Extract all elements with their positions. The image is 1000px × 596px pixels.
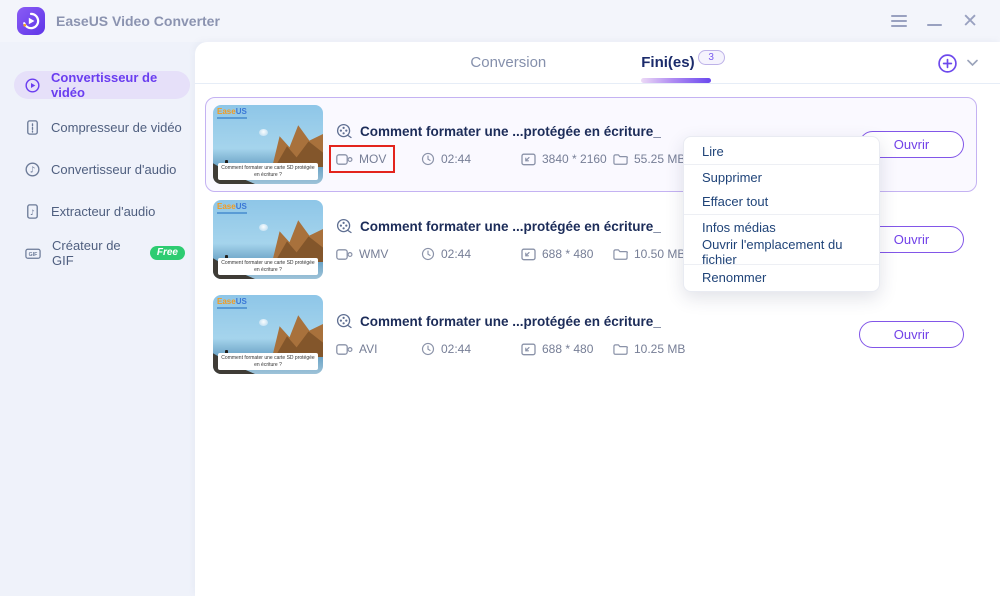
clock-icon <box>421 342 435 356</box>
clock-icon <box>421 247 435 261</box>
thumb-caption: Comment formater une carte SD protégée e… <box>218 163 318 180</box>
file-size: 10.25 MB <box>634 342 686 356</box>
resolution-icon <box>521 248 536 261</box>
free-badge: Free <box>149 246 185 260</box>
resolution-icon <box>521 153 536 166</box>
sidebar-item-label: Créateur de GIF <box>52 238 121 268</box>
sidebar-item-video-compressor[interactable]: Compresseur de vidéo <box>14 113 195 141</box>
svg-text:♪: ♪ <box>30 165 35 175</box>
file-resolution: 3840 * 2160 <box>542 152 607 166</box>
filesize-folder-icon <box>613 153 628 166</box>
menu-item-delete[interactable]: Supprimer <box>684 164 879 189</box>
video-thumbnail: EaseUS Comment formater une carte SD pro… <box>213 200 323 279</box>
svg-text:♪: ♪ <box>30 207 35 216</box>
thumb-brand: EaseUS <box>217 202 247 211</box>
active-tab-underline <box>641 77 712 83</box>
main-panel: Conversion Fini(es) 3 EaseUS Comment for… <box>195 42 1000 596</box>
menu-item-play[interactable]: Lire <box>684 139 879 164</box>
film-reel-icon <box>336 218 352 234</box>
file-title: Comment formater une ...protégée en écri… <box>360 313 661 329</box>
tab-finished-label: Fini(es) <box>641 53 695 71</box>
file-row-avi[interactable]: EaseUS Comment formater une carte SD pro… <box>205 287 977 382</box>
thumb-brand: EaseUS <box>217 107 247 116</box>
file-title: Comment formater une ...protégée en écri… <box>360 123 661 139</box>
file-title: Comment formater une ...protégée en écri… <box>360 218 661 234</box>
file-size: 10.50 MB <box>634 247 686 261</box>
menu-item-clear-all[interactable]: Effacer tout <box>684 189 879 214</box>
add-file-plus-icon[interactable] <box>937 53 958 74</box>
context-menu: Lire Supprimer Effacer tout Infos médias… <box>683 136 880 292</box>
play-circle-icon <box>24 77 41 94</box>
main-header: Conversion Fini(es) 3 <box>195 42 1000 84</box>
thumb-caption: Comment formater une carte SD protégée e… <box>218 258 318 275</box>
sidebar-item-audio-converter[interactable]: ♪ Convertisseur d'audio <box>14 155 195 183</box>
sidebar-item-video-converter[interactable]: Convertisseur de vidéo <box>14 70 190 100</box>
menu-item-media-info[interactable]: Infos médias <box>684 214 879 239</box>
svg-text:GIF: GIF <box>29 251 38 257</box>
file-duration: 02:44 <box>441 342 472 356</box>
file-resolution: 688 * 480 <box>542 342 594 356</box>
audio-extract-icon: ♪ <box>24 203 41 220</box>
titlebar: EaseUS Video Converter ✕ <box>0 0 1000 42</box>
sidebar-item-label: Convertisseur d'audio <box>51 161 177 177</box>
video-thumbnail: EaseUS Comment formater une carte SD pro… <box>213 295 323 374</box>
thumb-brand: EaseUS <box>217 297 247 306</box>
thumb-caption: Comment formater une carte SD protégée e… <box>218 353 318 370</box>
file-format: MOV <box>359 152 387 166</box>
tab-finished[interactable]: Fini(es) 3 <box>641 49 725 83</box>
file-format: AVI <box>359 342 378 356</box>
file-size: 55.25 MB <box>634 152 686 166</box>
video-camera-icon <box>336 343 353 356</box>
filesize-folder-icon <box>613 248 628 261</box>
audio-convert-icon: ♪ <box>24 161 41 178</box>
close-icon[interactable]: ✕ <box>962 12 978 31</box>
video-thumbnail: EaseUS Comment formater une carte SD pro… <box>213 105 323 184</box>
file-resolution: 688 * 480 <box>542 247 594 261</box>
app-window: EaseUS Video Converter ✕ Convertisseur d… <box>0 0 1000 596</box>
app-logo-icon <box>17 7 45 35</box>
menu-item-rename[interactable]: Renommer <box>684 264 879 289</box>
app-title: EaseUS Video Converter <box>56 13 220 29</box>
video-camera-icon <box>336 248 353 261</box>
menu-item-open-file-location[interactable]: Ouvrir l'emplacement du fichier <box>684 237 879 267</box>
minimize-icon[interactable] <box>927 24 943 26</box>
film-reel-icon <box>336 313 352 329</box>
file-duration: 02:44 <box>441 247 472 261</box>
chevron-down-icon[interactable] <box>967 59 978 67</box>
sidebar-item-gif-creator[interactable]: GIF Créateur de GIF Free <box>14 238 195 268</box>
gif-icon: GIF <box>24 245 42 262</box>
sidebar-item-label: Compresseur de vidéo <box>51 119 182 135</box>
resolution-icon <box>521 343 536 356</box>
film-reel-icon <box>336 123 352 139</box>
finished-count-badge: 3 <box>697 49 725 65</box>
clock-icon <box>421 152 435 166</box>
sidebar-item-audio-extractor[interactable]: ♪ Extracteur d'audio <box>14 197 195 225</box>
video-camera-icon <box>336 153 353 166</box>
menu-hamburger-icon[interactable] <box>891 15 908 27</box>
open-button[interactable]: Ouvrir <box>859 321 964 348</box>
sidebar-item-label: Convertisseur de vidéo <box>51 70 158 100</box>
bird-icon <box>259 129 268 136</box>
file-duration: 02:44 <box>441 152 472 166</box>
tab-conversion[interactable]: Conversion <box>470 54 546 71</box>
filesize-folder-icon <box>613 343 628 356</box>
bird-icon <box>259 224 268 231</box>
bird-icon <box>259 319 268 326</box>
compress-file-icon <box>24 119 41 136</box>
sidebar: Convertisseur de vidéo Compresseur de vi… <box>0 42 195 596</box>
sidebar-item-label: Extracteur d'audio <box>51 203 156 219</box>
file-format: WMV <box>359 247 389 261</box>
